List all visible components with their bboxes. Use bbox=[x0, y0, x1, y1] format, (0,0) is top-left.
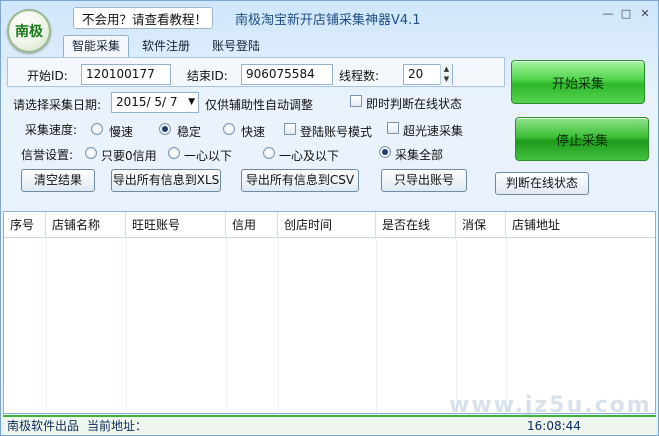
start-id-input[interactable]: 120100177 bbox=[81, 64, 171, 85]
date-label: 请选择采集日期: bbox=[13, 98, 102, 112]
tab-register[interactable]: 软件注册 bbox=[133, 35, 199, 57]
minimize-icon[interactable]: — bbox=[601, 7, 615, 20]
column-divider bbox=[46, 238, 47, 413]
column-divider bbox=[226, 238, 227, 413]
speed-slow-label: 慢速 bbox=[109, 125, 134, 139]
export-accounts-button[interactable]: 只导出账号 bbox=[381, 169, 467, 192]
maximize-icon[interactable]: □ bbox=[619, 7, 633, 20]
realtime-online-label: 即时判断在线状态 bbox=[366, 97, 463, 111]
column-divider bbox=[506, 238, 507, 413]
status-bar: 南极软件出品 当前地址： 16:08:44 bbox=[3, 415, 656, 435]
column-header-address[interactable]: 店铺地址 bbox=[506, 212, 655, 238]
end-id-label: 结束ID: bbox=[187, 69, 228, 83]
speed-stable-label: 稳定 bbox=[177, 125, 202, 139]
tab-login[interactable]: 账号登陆 bbox=[203, 35, 269, 57]
date-note: 仅供辅助性自动调整 bbox=[205, 98, 314, 112]
column-header-created[interactable]: 创店时间 bbox=[278, 212, 376, 238]
column-divider bbox=[278, 238, 279, 413]
window-title: 南极淘宝新开店铺采集神器V4.1 bbox=[235, 13, 421, 28]
status-vendor: 南极软件出品 bbox=[7, 419, 80, 433]
column-divider bbox=[126, 238, 127, 413]
credit-one-heart-below-label: 一心以下 bbox=[184, 149, 233, 163]
results-table[interactable]: 序号 店铺名称 旺旺账号 信用 创店时间 是否在线 消保 店铺地址 bbox=[3, 211, 656, 414]
tab-smart-collect[interactable]: 智能采集 bbox=[63, 35, 130, 57]
credit-zero-label: 只要0信用 bbox=[101, 149, 157, 163]
credit-all-label: 采集全部 bbox=[395, 148, 444, 162]
realtime-online-checkbox[interactable] bbox=[350, 95, 362, 107]
chevron-down-icon: ▼ bbox=[188, 97, 195, 107]
status-current-url-label: 当前地址： bbox=[87, 419, 148, 433]
credit-one-heart-below-radio[interactable] bbox=[168, 147, 180, 159]
column-divider bbox=[456, 238, 457, 413]
start-id-label: 开始ID: bbox=[27, 69, 68, 83]
column-divider bbox=[376, 238, 377, 413]
column-header-wangwang[interactable]: 旺旺账号 bbox=[126, 212, 226, 238]
check-online-status-button[interactable]: 判断在线状态 bbox=[495, 172, 589, 195]
stop-collect-button[interactable]: 停止采集 bbox=[515, 117, 649, 161]
threads-stepper[interactable]: ▲ ▼ bbox=[440, 64, 452, 85]
column-header-guarantee[interactable]: 消保 bbox=[456, 212, 506, 238]
turbo-label: 超光速采集 bbox=[403, 124, 464, 138]
credit-one-heart-and-below-label: 一心及以下 bbox=[279, 149, 340, 163]
threads-label: 线程数: bbox=[339, 69, 380, 83]
credit-zero-radio[interactable] bbox=[85, 147, 97, 159]
export-csv-button[interactable]: 导出所有信息到CSV bbox=[241, 169, 359, 192]
start-collect-button[interactable]: 开始采集 bbox=[511, 60, 645, 104]
credit-label: 信誉设置: bbox=[21, 148, 74, 162]
column-header-online[interactable]: 是否在线 bbox=[376, 212, 456, 238]
app-window: 南极 不会用？请查看教程！ 南极淘宝新开店铺采集神器V4.1 — □ ✕ 智能采… bbox=[0, 0, 659, 436]
column-header-credit[interactable]: 信用 bbox=[226, 212, 278, 238]
speed-label: 采集速度: bbox=[25, 123, 78, 137]
close-icon[interactable]: ✕ bbox=[638, 7, 652, 20]
end-id-input[interactable]: 906075584 bbox=[241, 64, 333, 85]
app-logo: 南极 bbox=[7, 9, 51, 53]
export-xls-button[interactable]: 导出所有信息到XLS bbox=[111, 169, 221, 192]
login-mode-label: 登陆账号模式 bbox=[300, 125, 373, 139]
speed-fast-radio[interactable] bbox=[223, 123, 235, 135]
speed-fast-label: 快速 bbox=[241, 125, 266, 139]
help-tutorial-link[interactable]: 不会用？请查看教程！ bbox=[73, 7, 213, 29]
table-header: 序号 店铺名称 旺旺账号 信用 创店时间 是否在线 消保 店铺地址 bbox=[4, 212, 655, 238]
credit-one-heart-and-below-radio[interactable] bbox=[263, 147, 275, 159]
speed-slow-radio[interactable] bbox=[91, 123, 103, 135]
date-value: 2015/ 5/ 7 bbox=[116, 95, 178, 109]
turbo-checkbox[interactable] bbox=[387, 122, 399, 134]
clear-results-button[interactable]: 清空结果 bbox=[21, 169, 95, 192]
login-mode-checkbox[interactable] bbox=[284, 123, 296, 135]
column-header-shop-name[interactable]: 店铺名称 bbox=[46, 212, 126, 238]
status-time: 16:08:44 bbox=[527, 419, 581, 433]
tab-bar: 智能采集 软件注册 账号登陆 bbox=[63, 35, 273, 57]
column-header-index[interactable]: 序号 bbox=[4, 212, 46, 238]
credit-all-radio[interactable] bbox=[379, 146, 391, 158]
speed-stable-radio[interactable] bbox=[159, 123, 171, 135]
date-picker[interactable]: 2015/ 5/ 7 ▼ bbox=[111, 92, 199, 113]
